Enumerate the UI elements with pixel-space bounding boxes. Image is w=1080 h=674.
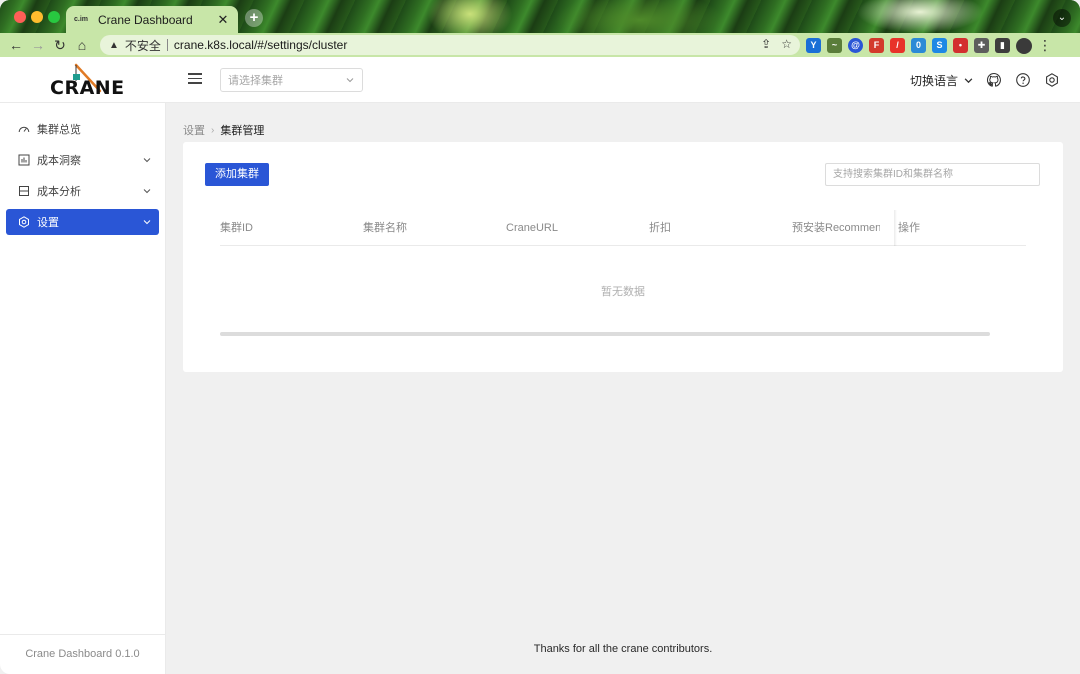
logo-text: CRANE: [50, 77, 125, 99]
cluster-management-card: 添加集群 集群ID 集群名称 CraneURL 折扣 预安装Recommenda…: [183, 142, 1063, 372]
tab-favicon-icon: c.im: [74, 15, 89, 23]
profile-avatar-icon[interactable]: [1016, 37, 1032, 54]
cluster-select-placeholder: 请选择集群: [228, 75, 283, 87]
crane-logo[interactable]: CRANE: [50, 63, 124, 99]
pen-extension-icon[interactable]: /: [890, 38, 905, 53]
add-cluster-button[interactable]: 添加集群: [205, 163, 269, 186]
breadcrumb-item-settings[interactable]: 设置: [183, 122, 205, 138]
side-panel-icon[interactable]: ▮: [995, 38, 1010, 53]
extension-icon[interactable]: 0: [911, 38, 926, 53]
menu-toggle-icon[interactable]: [188, 73, 202, 85]
puzzle-extensions-icon[interactable]: ✚: [974, 38, 989, 53]
home-icon[interactable]: ⌂: [71, 37, 93, 53]
sidebar-menu: 集群总览 成本洞察 成本分析 设置: [0, 103, 165, 235]
column-header-crane-url[interactable]: CraneURL: [506, 210, 626, 246]
browser-tab-bar: c.im Crane Dashboard ✕ + ⌄: [0, 0, 1080, 33]
share-icon[interactable]: ⇪: [761, 37, 771, 51]
sidebar-item-label: 成本分析: [37, 186, 81, 198]
chevron-down-icon: [346, 78, 354, 83]
tab-search-chevron-icon[interactable]: ⌄: [1053, 9, 1071, 27]
reload-icon[interactable]: ↻: [49, 37, 71, 54]
tab-close-icon[interactable]: ✕: [216, 12, 230, 28]
window-close-button[interactable]: [14, 11, 26, 23]
new-tab-button[interactable]: +: [245, 9, 263, 27]
browser-tab-active[interactable]: c.im Crane Dashboard ✕: [66, 6, 238, 33]
cluster-select[interactable]: 请选择集群: [220, 68, 363, 92]
sidebar-item-label: 集群总览: [37, 124, 81, 136]
sidebar-item-label: 设置: [37, 217, 59, 229]
sidebar-item-settings[interactable]: 设置: [6, 209, 159, 235]
sidebar: 集群总览 成本洞察 成本分析 设置 Crane Dashboard 0.1.0: [0, 103, 166, 674]
table-header: 集群ID 集群名称 CraneURL 折扣 预安装Recommendation …: [220, 210, 1026, 246]
extension-icon[interactable]: •: [953, 38, 968, 53]
security-status-label[interactable]: 不安全: [125, 37, 161, 54]
table-empty-state: 暂无数据: [601, 286, 645, 298]
back-arrow-icon[interactable]: ←: [5, 37, 27, 53]
chevron-down-icon: [143, 189, 151, 194]
warning-triangle-icon: ▲: [109, 39, 119, 51]
sidebar-item-cost-insight[interactable]: 成本洞察: [6, 147, 159, 173]
language-label: 切换语言: [910, 74, 959, 88]
github-icon[interactable]: [986, 72, 1002, 88]
help-icon[interactable]: [1015, 72, 1031, 88]
setting-icon: [19, 216, 29, 228]
breadcrumb-item-current: 集群管理: [220, 125, 265, 137]
chart-bar-icon: [18, 154, 30, 166]
app-header: CRANE 请选择集群 切换语言: [0, 57, 1080, 103]
language-switch[interactable]: 切换语言: [910, 72, 973, 89]
window-minimize-button[interactable]: [31, 11, 43, 23]
breadcrumb: 设置 › 集群管理: [183, 122, 264, 138]
tab-title: Crane Dashboard: [98, 12, 193, 27]
page-footer: Thanks for all the crane contributors.: [533, 643, 713, 655]
column-header-actions: 操作: [898, 222, 920, 234]
bookmark-star-icon[interactable]: ☆: [781, 37, 792, 51]
chevron-down-icon: [143, 158, 151, 163]
chevron-down-icon: [143, 220, 151, 225]
extension-icon[interactable]: S: [932, 38, 947, 53]
url-text[interactable]: crane.k8s.local/#/settings/cluster: [174, 38, 347, 52]
extensions-row: Y ~ @ F / 0 S • ✚ ▮ ⋮: [806, 37, 1052, 54]
sidebar-item-cost-analysis[interactable]: 成本分析: [6, 178, 159, 204]
breadcrumb-chevron-right-icon: ›: [211, 124, 215, 136]
cluster-table: 集群ID 集群名称 CraneURL 折扣 预安装Recommendation …: [220, 210, 1026, 332]
address-divider: [166, 39, 168, 51]
sidebar-item-label: 成本洞察: [37, 155, 81, 167]
main-content: 设置 › 集群管理 添加集群 集群ID 集群名称 CraneURL 折扣 预安装…: [166, 103, 1080, 674]
extension-icon[interactable]: @: [848, 38, 863, 53]
chevron-down-icon: [964, 78, 973, 84]
sidebar-item-cluster-overview[interactable]: 集群总览: [6, 116, 159, 142]
dashboard-icon: [18, 126, 30, 133]
browser-window: c.im Crane Dashboard ✕ + ⌄ ← → ↻ ⌂ ▲ 不安全…: [0, 0, 1080, 674]
fixed-column-shadow: [894, 210, 897, 246]
window-zoom-button[interactable]: [48, 11, 60, 23]
browser-menu-icon[interactable]: ⋮: [1038, 37, 1052, 54]
sidebar-version: Crane Dashboard 0.1.0: [0, 634, 165, 674]
layout-icon: [19, 186, 29, 196]
column-header-discount[interactable]: 折扣: [649, 210, 769, 246]
settings-gear-icon[interactable]: [1044, 72, 1060, 88]
extension-icon[interactable]: Y: [806, 38, 821, 53]
extension-icon[interactable]: ~: [827, 38, 842, 53]
column-header-preinstalled-recommendation[interactable]: 预安装Recommendation: [792, 210, 880, 246]
table-horizontal-scrollbar[interactable]: [220, 332, 990, 336]
forward-arrow-icon[interactable]: →: [27, 37, 49, 53]
cluster-search-input[interactable]: [825, 163, 1040, 186]
address-bar[interactable]: ▲ 不安全 crane.k8s.local/#/settings/cluster…: [100, 35, 800, 55]
column-header-cluster-name[interactable]: 集群名称: [363, 210, 483, 246]
column-header-cluster-id[interactable]: 集群ID: [220, 210, 340, 246]
extension-icon[interactable]: F: [869, 38, 884, 53]
